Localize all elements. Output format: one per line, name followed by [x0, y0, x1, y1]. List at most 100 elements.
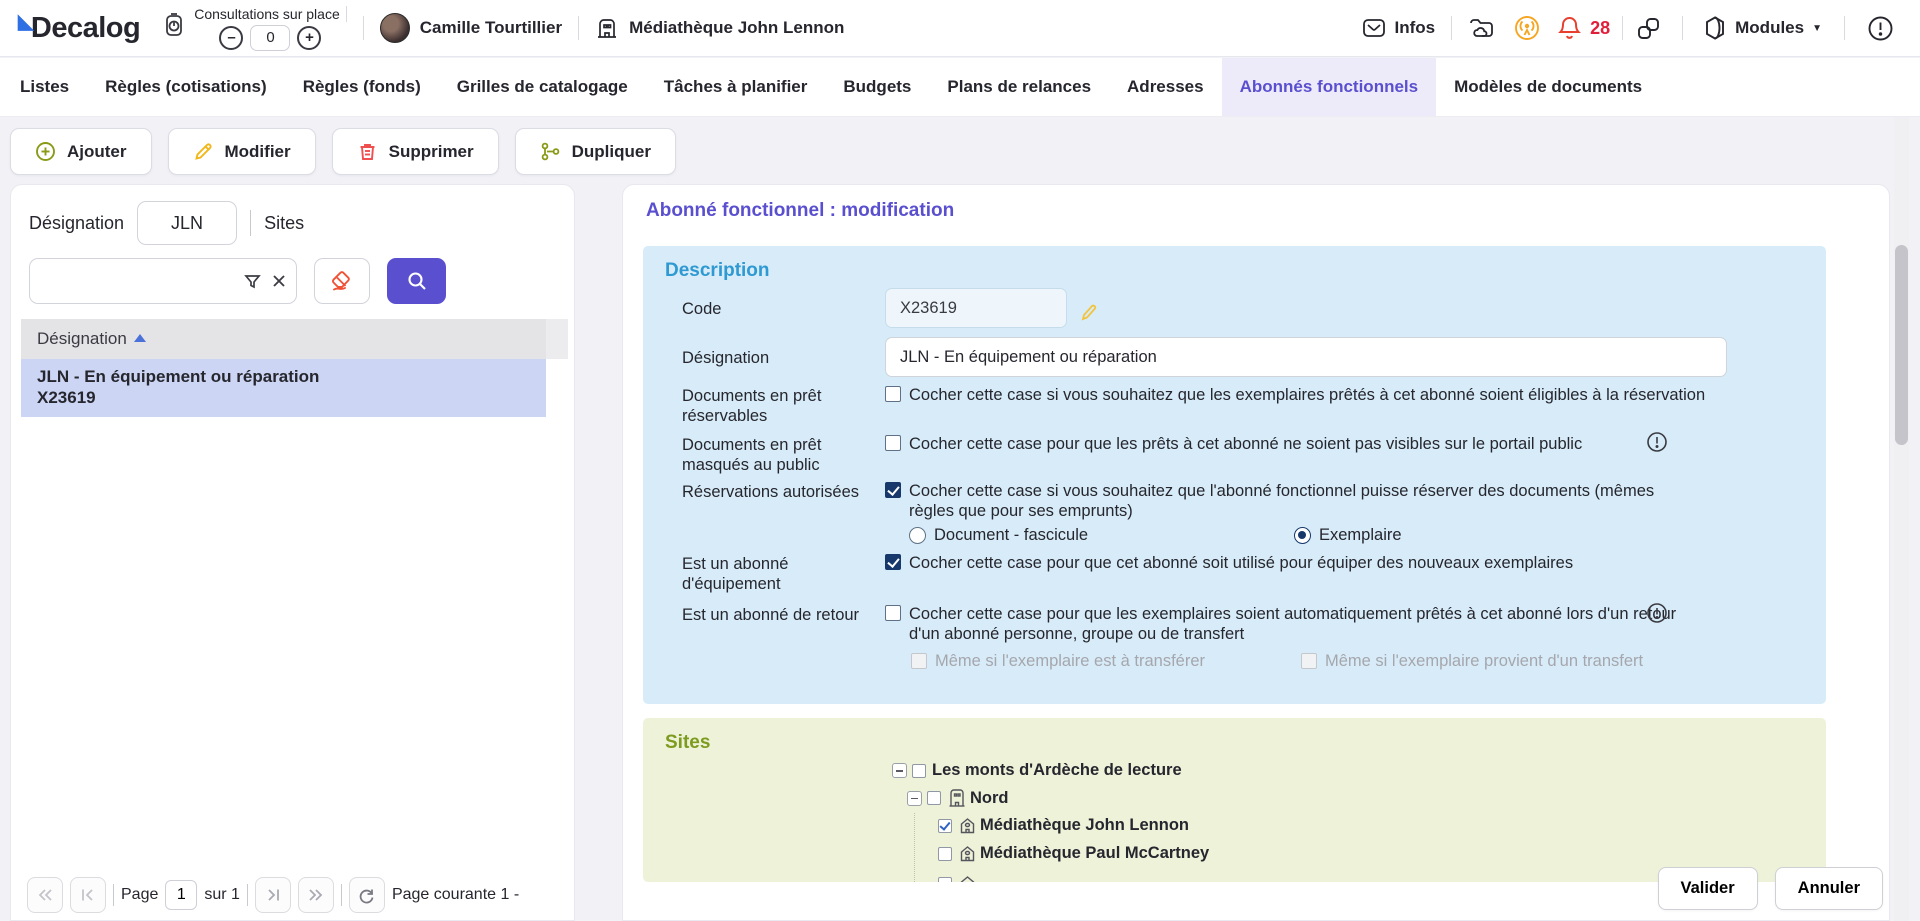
page-scrollbar-track[interactable]	[1894, 117, 1909, 921]
help-button[interactable]	[1867, 15, 1894, 42]
radio-exemplaire[interactable]	[1294, 527, 1311, 544]
next-page-button[interactable]	[255, 877, 291, 913]
last-page-button[interactable]	[298, 877, 334, 913]
tree-node-site-partial	[938, 874, 977, 882]
tab-budgets[interactable]: Budgets	[825, 58, 929, 116]
radio-document-fascicule[interactable]	[909, 527, 926, 544]
erase-filters-button[interactable]	[314, 258, 370, 304]
decrement-button[interactable]: –	[219, 26, 243, 50]
page-number-input[interactable]	[165, 880, 197, 910]
form-footer: Valider Annuler	[1658, 867, 1883, 910]
tab-grilles-catalogage[interactable]: Grilles de catalogage	[439, 58, 646, 116]
reservations-allowed-checkbox[interactable]	[885, 482, 901, 498]
description-heading: Description	[665, 260, 770, 282]
loans-reservable-checkbox[interactable]	[885, 386, 901, 402]
site-label-john-lennon[interactable]: Médiathèque John Lennon	[980, 816, 1189, 835]
site-checkbox-paul-mccartney[interactable]	[938, 847, 952, 861]
designation-filter-input[interactable]	[137, 201, 237, 245]
network-label[interactable]: Les monts d'Ardèche de lecture	[932, 761, 1182, 780]
divider	[250, 210, 251, 236]
divider	[247, 884, 248, 906]
notifications-button[interactable]: 28	[1557, 15, 1610, 41]
links-button[interactable]	[1635, 15, 1662, 42]
tab-adresses[interactable]: Adresses	[1109, 58, 1222, 116]
add-button[interactable]: Ajouter	[10, 128, 152, 175]
logo-accent: ◣	[18, 9, 33, 34]
transfer-pending-checkbox[interactable]	[911, 653, 927, 669]
cancel-button[interactable]: Annuler	[1775, 867, 1883, 910]
collapse-icon[interactable]	[907, 791, 922, 806]
tab-modeles-documents[interactable]: Modèles de documents	[1436, 58, 1660, 116]
network-checkbox[interactable]	[912, 764, 926, 778]
documents-button[interactable]	[1468, 15, 1495, 41]
validate-button[interactable]: Valider	[1658, 867, 1758, 910]
info-icon[interactable]	[1646, 431, 1668, 453]
house-icon	[958, 844, 977, 863]
consultations-value[interactable]: 0	[250, 25, 290, 51]
site-checkbox-john-lennon[interactable]	[938, 819, 952, 833]
description-section: Description Code Désignation Documents e…	[643, 246, 1826, 704]
tab-listes[interactable]: Listes	[2, 58, 87, 116]
info-icon[interactable]	[1646, 602, 1668, 624]
tree-connector	[914, 813, 915, 882]
clear-icon[interactable]	[271, 273, 287, 289]
alert-circle-icon	[1867, 15, 1894, 42]
edit-code-pencil-icon[interactable]	[1077, 301, 1099, 323]
loans-hidden-checkbox[interactable]	[885, 435, 901, 451]
table-header-designation[interactable]: Désignation	[21, 319, 546, 359]
sites-filter-label[interactable]: Sites	[264, 213, 304, 234]
tree-node-site: Médiathèque Paul McCartney	[938, 844, 1209, 863]
page-total-label: sur 1	[204, 886, 240, 904]
table-row[interactable]: JLN - En équipement ou réparation X23619	[21, 359, 546, 417]
duplicate-button[interactable]: Dupliquer	[515, 128, 676, 175]
broadcast-icon	[1513, 14, 1541, 42]
return-subscriber-label: Est un abonné de retour	[682, 604, 885, 644]
sort-ascending-icon	[134, 334, 146, 342]
infos-button[interactable]: Infos	[1361, 15, 1436, 41]
group-label[interactable]: Nord	[970, 789, 1009, 808]
increment-button[interactable]: +	[297, 26, 321, 50]
delete-button[interactable]: Supprimer	[332, 128, 499, 175]
designation-input[interactable]	[885, 337, 1727, 377]
code-input[interactable]	[885, 288, 1067, 328]
search-button[interactable]	[387, 258, 446, 304]
return-subscriber-checkbox[interactable]	[885, 605, 901, 621]
collapse-icon[interactable]	[892, 763, 907, 778]
edit-button[interactable]: Modifier	[168, 128, 316, 175]
site-checkbox-partial[interactable]	[938, 877, 952, 883]
refresh-button[interactable]	[349, 877, 385, 913]
modules-menu[interactable]: Modules ▼	[1703, 15, 1822, 41]
designation-filter-label: Désignation	[29, 213, 124, 234]
tab-regles-cotisations[interactable]: Règles (cotisations)	[87, 58, 285, 116]
group-checkbox[interactable]	[927, 791, 941, 805]
pagination-bar: Page sur 1 Page courante 1 -	[27, 877, 519, 913]
broadcast-button[interactable]	[1513, 14, 1541, 42]
modules-label: Modules	[1735, 18, 1804, 38]
tab-regles-fonds[interactable]: Règles (fonds)	[285, 58, 439, 116]
tab-plans-relances[interactable]: Plans de relances	[929, 58, 1109, 116]
pencil-icon	[193, 141, 214, 162]
site-name: Médiathèque John Lennon	[629, 18, 844, 38]
branch-icon	[540, 141, 561, 162]
reservations-allowed-label: Réservations autorisées	[682, 481, 885, 521]
divider	[1451, 16, 1452, 40]
page-scrollbar-thumb[interactable]	[1895, 245, 1908, 445]
transfer-pending-label: Même si l'exemplaire est à transférer	[935, 652, 1205, 671]
edit-label: Modifier	[225, 142, 291, 162]
actions-toolbar: Ajouter Modifier Supprimer Dupliquer	[10, 128, 676, 175]
filter-funnel-icon[interactable]	[244, 273, 261, 290]
tab-taches-planifier[interactable]: Tâches à planifier	[646, 58, 826, 116]
first-page-button[interactable]	[27, 877, 63, 913]
previous-page-button[interactable]	[70, 877, 106, 913]
transfer-origin-checkbox[interactable]	[1301, 653, 1317, 669]
user-name: Camille Tourtillier	[420, 18, 562, 38]
consultations-counter: Consultations sur place – 0 +	[162, 6, 347, 51]
equipment-subscriber-checkbox[interactable]	[885, 554, 901, 570]
modules-icon	[1703, 15, 1727, 41]
search-icon	[405, 269, 429, 293]
current-site[interactable]: Médiathèque John Lennon	[595, 16, 844, 40]
current-user[interactable]: Camille Tourtillier	[380, 13, 562, 43]
site-label-paul-mccartney[interactable]: Médiathèque Paul McCartney	[980, 844, 1209, 863]
infos-label: Infos	[1395, 18, 1436, 38]
tab-abonnes-fonctionnels[interactable]: Abonnés fonctionnels	[1222, 58, 1437, 116]
